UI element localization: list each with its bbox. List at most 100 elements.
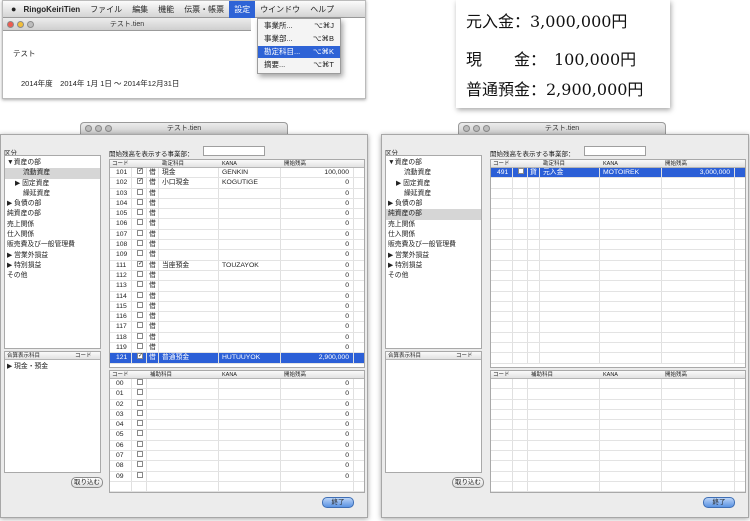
finish-button[interactable]: 終了: [322, 497, 354, 508]
table-row[interactable]: [491, 451, 745, 462]
use-checkbox[interactable]: ✓: [137, 168, 143, 174]
table-row[interactable]: 105 借 0: [110, 209, 364, 220]
app-menu[interactable]: RingoKeiriTien: [21, 1, 85, 18]
table-row[interactable]: [491, 399, 745, 410]
opening-balance[interactable]: 0: [345, 451, 349, 461]
table-row[interactable]: 121 ✓ 借普通預金 HUTUUYOK 2,900,000: [110, 353, 364, 364]
use-checkbox[interactable]: [137, 312, 143, 319]
table-row[interactable]: [491, 420, 745, 431]
use-checkbox[interactable]: [137, 420, 143, 427]
close-icon[interactable]: [463, 125, 470, 132]
table-row[interactable]: 109 借 0: [110, 250, 364, 261]
opening-balance[interactable]: 0: [345, 441, 349, 451]
opening-balance[interactable]: 0: [345, 199, 349, 209]
left-window-titlebar[interactable]: テスト.tien: [80, 122, 288, 134]
use-checkbox[interactable]: [137, 461, 143, 468]
tree-item[interactable]: 販売費及び一般管理費: [386, 240, 481, 250]
opening-balance[interactable]: 0: [345, 292, 349, 302]
table-row[interactable]: 07 0: [110, 451, 364, 462]
tree-item[interactable]: 純資産の部: [386, 209, 481, 220]
tree-item[interactable]: ▼資産の部: [5, 158, 100, 168]
import-button[interactable]: 取り込む: [71, 477, 103, 488]
table-row[interactable]: [491, 353, 745, 364]
column-header[interactable]: コード: [112, 160, 129, 168]
zoom-icon[interactable]: [483, 125, 490, 132]
opening-balance[interactable]: 100,000: [324, 168, 349, 178]
use-checkbox[interactable]: [137, 409, 143, 416]
table-row[interactable]: [491, 188, 745, 199]
table-row[interactable]: [491, 270, 745, 282]
use-checkbox[interactable]: [137, 430, 143, 437]
menu-file[interactable]: ファイル: [85, 1, 127, 18]
table-row[interactable]: [491, 229, 745, 241]
opening-balance[interactable]: 0: [345, 219, 349, 229]
column-header[interactable]: 勘定科目: [162, 160, 184, 168]
opening-balance[interactable]: 0: [345, 271, 349, 281]
table-row[interactable]: 113 借 0: [110, 281, 364, 292]
use-checkbox[interactable]: [137, 451, 143, 458]
menu-item-department[interactable]: 事業部... ⌥⌘B: [258, 33, 340, 45]
menu-function[interactable]: 機能: [153, 1, 179, 18]
table-row[interactable]: 491 貸元入金 MOTOIREK 3,000,000: [491, 168, 745, 179]
opening-balance[interactable]: 0: [345, 343, 349, 353]
zoom-icon[interactable]: [27, 21, 34, 28]
use-checkbox[interactable]: [137, 389, 143, 396]
opening-balance[interactable]: 0: [345, 240, 349, 250]
column-header[interactable]: 開始残高: [284, 160, 306, 168]
use-checkbox[interactable]: [137, 379, 143, 385]
opening-balance[interactable]: 0: [345, 209, 349, 219]
combined-item-cash[interactable]: ▶ 現金・預金: [5, 362, 100, 372]
table-row[interactable]: [491, 240, 745, 251]
table-row[interactable]: [491, 481, 745, 492]
tree-item[interactable]: 繰延資産: [5, 189, 100, 199]
table-row[interactable]: 102 ✓ 借小口現金 KOGUTIGE 0: [110, 178, 364, 189]
table-row[interactable]: [491, 260, 745, 271]
menu-settings[interactable]: 設定: [229, 1, 256, 18]
tree-item[interactable]: ▶ 負債の部: [5, 199, 100, 209]
menu-edit[interactable]: 編集: [127, 1, 153, 18]
tree-item[interactable]: ▶ 負債の部: [386, 199, 481, 209]
opening-balance[interactable]: 0: [345, 379, 349, 389]
table-row[interactable]: 118 借 0: [110, 332, 364, 344]
right-window-titlebar[interactable]: テスト.tien: [458, 122, 666, 134]
table-row[interactable]: [491, 291, 745, 302]
menu-item-summary[interactable]: 摘要... ⌥⌘T: [258, 59, 340, 71]
table-row[interactable]: [110, 481, 364, 492]
table-row[interactable]: [491, 389, 745, 400]
import-button[interactable]: 取り込む: [452, 477, 484, 488]
column-header[interactable]: コード: [493, 371, 510, 379]
column-header[interactable]: 勘定科目: [543, 160, 565, 168]
column-header[interactable]: コード: [112, 371, 129, 379]
table-row[interactable]: 111 ✓ 借当座預金 TOUZAYOK 0: [110, 260, 364, 271]
column-header[interactable]: コード: [493, 160, 510, 168]
use-checkbox[interactable]: [518, 168, 524, 174]
tree-item[interactable]: ▶ 固定資産: [386, 179, 481, 189]
table-row[interactable]: [491, 209, 745, 220]
menu-window[interactable]: ウインドウ: [255, 1, 305, 18]
menu-item-office[interactable]: 事業所... ⌥⌘J: [258, 20, 340, 32]
table-row[interactable]: 101 ✓ 借現金 GENKIN 100,000: [110, 168, 364, 179]
table-row[interactable]: 06 0: [110, 440, 364, 452]
tree-item[interactable]: その他: [386, 271, 481, 281]
opening-balance[interactable]: 0: [345, 312, 349, 322]
finish-button[interactable]: 終了: [703, 497, 735, 508]
table-row[interactable]: [491, 312, 745, 323]
menu-slips[interactable]: 伝票・帳票: [179, 1, 229, 18]
use-checkbox[interactable]: [137, 343, 143, 350]
use-checkbox[interactable]: ✓: [137, 260, 143, 267]
tree-item[interactable]: 売上関係: [386, 220, 481, 230]
table-row[interactable]: 08 0: [110, 461, 364, 472]
table-row[interactable]: 106 借 0: [110, 219, 364, 230]
table-row[interactable]: [491, 461, 745, 472]
tree-item[interactable]: 流動資産: [5, 168, 100, 179]
column-header[interactable]: 補助科目: [531, 371, 553, 379]
dept-select[interactable]: [203, 146, 265, 156]
table-row[interactable]: 114 借 0: [110, 291, 364, 302]
table-row[interactable]: [491, 178, 745, 189]
table-row[interactable]: [491, 430, 745, 441]
table-row[interactable]: 103 借 0: [110, 188, 364, 199]
use-checkbox[interactable]: [137, 240, 143, 247]
table-row[interactable]: [491, 471, 745, 482]
opening-balance[interactable]: 0: [345, 261, 349, 271]
opening-balance[interactable]: 2,900,000: [319, 353, 349, 363]
